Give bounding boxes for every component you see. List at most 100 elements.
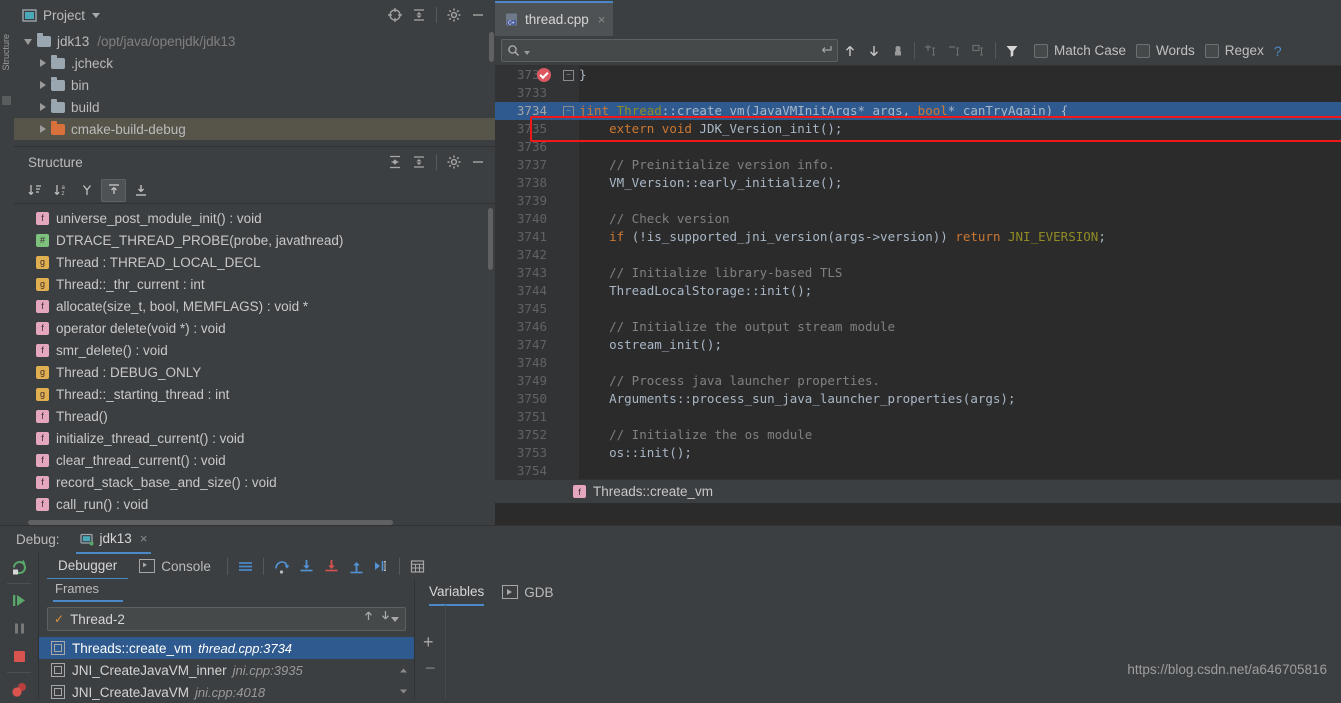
match-case-checkbox[interactable]: Match Case: [1034, 43, 1126, 58]
step-into-icon[interactable]: [294, 554, 319, 578]
filter-icon[interactable]: [1000, 39, 1024, 63]
thread-selector[interactable]: ✓ Thread-2: [47, 607, 406, 631]
sort-by-visibility-icon[interactable]: [23, 180, 46, 201]
tab-gdb[interactable]: GDB: [502, 579, 554, 605]
frame-row[interactable]: JNI_CreateJavaVM_inner jni.cpp:3935: [39, 659, 414, 681]
checkbox-box[interactable]: [1204, 43, 1219, 58]
fold-marker-icon[interactable]: −: [563, 70, 574, 81]
close-icon[interactable]: ×: [140, 531, 148, 546]
rerun-icon[interactable]: [0, 553, 38, 581]
gear-icon[interactable]: [443, 4, 465, 26]
stripe-structure-button[interactable]: Structure: [1, 34, 13, 71]
code-line[interactable]: 3735 extern void JDK_Version_init();: [495, 120, 1341, 138]
crosshair-icon[interactable]: [384, 4, 406, 26]
chevron-collapsed-icon[interactable]: [40, 59, 46, 67]
remove-selection-icon[interactable]: [943, 39, 967, 63]
scroll-to-source-icon[interactable]: [129, 180, 152, 201]
structure-item[interactable]: g Thread : THREAD_LOCAL_DECL: [14, 251, 495, 273]
code-line[interactable]: 3752 // Initialize the os module: [495, 426, 1341, 444]
debug-session-tab[interactable]: jdk13 ×: [75, 525, 152, 554]
chevron-down-icon[interactable]: [92, 12, 101, 18]
code-line[interactable]: 3746 // Initialize the output stream mod…: [495, 318, 1341, 336]
code-line[interactable]: 3741 if (!is_supported_jni_version(args-…: [495, 228, 1341, 246]
chevron-collapsed-icon[interactable]: [40, 103, 46, 111]
minimize-icon[interactable]: [467, 4, 489, 26]
arrow-up-icon[interactable]: [362, 610, 375, 621]
code-line[interactable]: 3744 ThreadLocalStorage::init();: [495, 282, 1341, 300]
checkbox-box[interactable]: [1034, 43, 1048, 58]
code-line[interactable]: 3753 os::init();: [495, 444, 1341, 462]
chevron-collapsed-icon[interactable]: [40, 81, 46, 89]
code-line[interactable]: 3747 ostream_init();: [495, 336, 1341, 354]
code-line[interactable]: 3740 // Check version: [495, 210, 1341, 228]
arrow-up-icon[interactable]: [838, 39, 862, 63]
code-line[interactable]: 3745: [495, 300, 1341, 318]
tree-row-bin[interactable]: bin: [14, 74, 495, 96]
code-line[interactable]: 3742: [495, 246, 1341, 264]
expand-all-icon[interactable]: [384, 151, 406, 173]
code-line[interactable]: 3739: [495, 192, 1341, 210]
code-line[interactable]: 3754: [495, 462, 1341, 480]
force-step-into-icon[interactable]: [319, 554, 344, 578]
view-breakpoints-icon[interactable]: [0, 675, 38, 703]
step-out-icon[interactable]: [344, 554, 369, 578]
tab-debugger[interactable]: Debugger: [47, 552, 129, 580]
edit-selection-icon[interactable]: [967, 39, 991, 63]
structure-item[interactable]: # DTRACE_THREAD_PROBE(probe, javathread): [14, 229, 495, 251]
run-to-cursor-icon[interactable]: [369, 554, 394, 578]
pause-program-icon[interactable]: [0, 614, 38, 642]
search-input[interactable]: [501, 39, 838, 62]
structure-item[interactable]: f Thread(): [14, 405, 495, 427]
structure-item[interactable]: f allocate(size_t, bool, MEMFLAGS) : void…: [14, 295, 495, 317]
structure-item[interactable]: f initialize_thread_current() : void: [14, 427, 495, 449]
structure-item[interactable]: g Thread::_starting_thread : int: [14, 383, 495, 405]
tree-row-jcheck[interactable]: .jcheck: [14, 52, 495, 74]
structure-item[interactable]: f operator delete(void *) : void: [14, 317, 495, 339]
sort-alphabetically-icon[interactable]: az: [49, 180, 72, 201]
breakpoint-icon[interactable]: [537, 68, 551, 82]
chevron-down-icon[interactable]: [524, 51, 530, 55]
tree-row-jdk13[interactable]: jdk13 /opt/java/openjdk/jdk13: [14, 30, 495, 52]
help-icon[interactable]: ?: [1274, 43, 1282, 59]
arrow-down-icon[interactable]: [379, 610, 392, 621]
chevron-collapsed-icon[interactable]: [40, 125, 46, 133]
gear-icon[interactable]: [443, 151, 465, 173]
tree-row-cmake-build-debug[interactable]: cmake-build-debug: [14, 118, 495, 140]
code-line[interactable]: 3743 // Initialize library-based TLS: [495, 264, 1341, 282]
show-inherited-icon[interactable]: [75, 180, 98, 201]
code-line[interactable]: 3748: [495, 354, 1341, 372]
chevron-expanded-icon[interactable]: [24, 39, 32, 45]
structure-item[interactable]: g Thread : DEBUG_ONLY: [14, 361, 495, 383]
code-line[interactable]: 3749 // Process java launcher properties…: [495, 372, 1341, 390]
structure-item[interactable]: f call_run() : void: [14, 493, 495, 515]
structure-list[interactable]: f universe_post_module_init() : void # DTR…: [14, 204, 495, 529]
structure-item[interactable]: f record_stack_base_and_size() : void: [14, 471, 495, 493]
words-checkbox[interactable]: Words: [1136, 43, 1195, 58]
code-line[interactable]: 3736: [495, 138, 1341, 156]
code-lines[interactable]: 3732} −3733 3734 jint Thread::create_vm(Jav…: [495, 66, 1341, 498]
chevron-down-icon[interactable]: [391, 616, 399, 622]
structure-item[interactable]: f smr_delete() : void: [14, 339, 495, 361]
frame-row[interactable]: JNI_CreateJavaVM jni.cpp:4018: [39, 681, 414, 703]
structure-item[interactable]: f clear_thread_current() : void: [14, 449, 495, 471]
scroll-down-icon[interactable]: [397, 686, 410, 697]
code-line[interactable]: 3738 VM_Version::early_initialize();: [495, 174, 1341, 192]
evaluate-expression-icon[interactable]: [405, 554, 430, 578]
arrow-down-icon[interactable]: [862, 39, 886, 63]
structure-item[interactable]: g Thread::_thr_current : int: [14, 273, 495, 295]
code-line[interactable]: 3751: [495, 408, 1341, 426]
code-line[interactable]: 3734 jint Thread::create_vm(JavaVMInitArg…: [495, 102, 1341, 120]
checkbox-box[interactable]: [1136, 43, 1151, 58]
code-area[interactable]: 3732} −3733 3734 jint Thread::create_vm(Jav…: [495, 66, 1341, 503]
frames-list[interactable]: Threads::create_vm thread.cpp:3734 JNI_C…: [39, 637, 414, 703]
step-over-icon[interactable]: [269, 554, 294, 578]
code-line[interactable]: 3737 // Preinitialize version info.: [495, 156, 1341, 174]
resume-program-icon[interactable]: [0, 586, 38, 614]
collapse-all-icon[interactable]: [408, 4, 430, 26]
remove-watch-button[interactable]: −: [425, 659, 436, 677]
collapse-all-icon[interactable]: [408, 151, 430, 173]
enter-icon[interactable]: [819, 43, 833, 57]
minimize-icon[interactable]: [467, 151, 489, 173]
scroll-from-source-icon[interactable]: [101, 178, 126, 202]
structure-scrollbar-vertical[interactable]: [488, 208, 493, 270]
